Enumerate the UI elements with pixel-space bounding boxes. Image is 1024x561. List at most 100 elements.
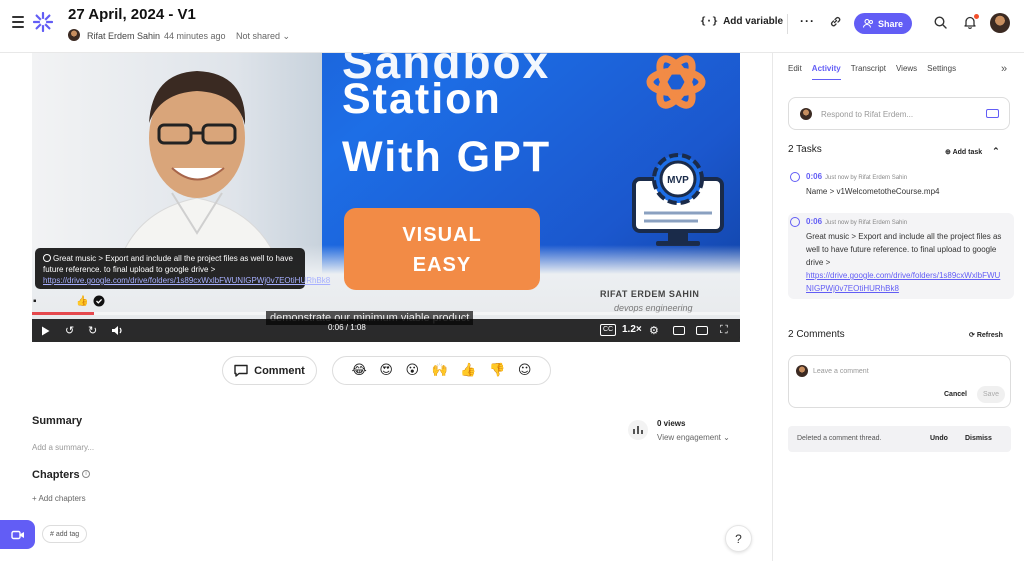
refresh-label: Refresh xyxy=(976,332,1003,339)
task-item[interactable]: 0:06 Just now by Rifat Erdem Sahin Name >… xyxy=(788,170,1014,200)
add-emoji-icon[interactable]: ☺ xyxy=(518,363,532,378)
task-timestamp[interactable]: 0:06 xyxy=(806,217,822,226)
record-button[interactable] xyxy=(0,520,35,549)
record-reply-icon[interactable] xyxy=(986,109,999,118)
reactions-bar: 😂 😍 😮 🙌 👍 👎 ☺ xyxy=(332,356,551,385)
forward-5-icon[interactable]: ↻ xyxy=(88,324,97,337)
user-avatar[interactable] xyxy=(990,13,1010,33)
task-timestamp[interactable]: 0:06 xyxy=(806,172,822,181)
tasks-heading: 2 Tasks xyxy=(788,144,822,155)
mvp-label: MVP xyxy=(667,175,689,186)
task-text: Great music > Export and include all the… xyxy=(806,232,1002,267)
refresh-button[interactable]: ⟳ Refresh xyxy=(969,331,1003,339)
add-chapters-button[interactable]: + Add chapters xyxy=(32,494,86,503)
tab-edit[interactable]: Edit xyxy=(788,64,802,80)
save-button[interactable]: Save xyxy=(977,386,1005,403)
search-icon[interactable] xyxy=(934,16,947,29)
author-avatar xyxy=(796,365,808,377)
task-text: Name > v1WelcometotheCourse.mp4 xyxy=(806,187,940,196)
mvp-monitor-icon: MVP xyxy=(632,153,724,246)
menu-icon[interactable] xyxy=(12,16,24,28)
task-check-icon[interactable] xyxy=(790,172,800,182)
info-icon[interactable]: i xyxy=(82,470,90,478)
author-avatar xyxy=(68,29,80,41)
undo-button[interactable]: Undo xyxy=(930,435,948,442)
fullscreen-icon[interactable]: ⛶ xyxy=(720,324,728,337)
task-link[interactable]: https://drive.google.com/drive/folders/1… xyxy=(806,269,1014,295)
video-title[interactable]: 27 April, 2024 - V1 xyxy=(68,6,196,23)
tab-views[interactable]: Views xyxy=(896,64,917,80)
volume-icon[interactable] xyxy=(111,325,124,336)
progress-fill xyxy=(32,312,95,315)
emoji-surprised-button[interactable]: 😮 xyxy=(405,363,419,378)
share-button[interactable]: Share xyxy=(854,13,912,34)
respond-input[interactable]: Respond to Rifat Erdem... xyxy=(821,110,913,119)
emoji-heart-eyes-button[interactable]: 😍 xyxy=(379,363,393,378)
deleted-text: Deleted a comment thread. xyxy=(797,435,882,442)
add-tag-button[interactable]: # add tag xyxy=(42,525,88,543)
header-divider xyxy=(787,14,788,34)
views-chart-icon xyxy=(628,420,648,440)
task-check-icon[interactable] xyxy=(790,217,800,227)
popup-link[interactable]: https://drive.google.com/drive/folders/1… xyxy=(43,276,330,285)
add-variable-label: Add variable xyxy=(723,16,784,27)
emoji-thumbs-up-button[interactable]: 👍 xyxy=(460,363,476,378)
comments-heading: 2 Comments xyxy=(788,329,845,340)
respond-box[interactable]: Respond to Rifat Erdem... xyxy=(788,97,1010,130)
sharing-status-dropdown[interactable]: Not shared ⌄ xyxy=(236,31,290,42)
task-author: Just now by Rifat Erdem Sahin xyxy=(825,220,908,226)
comment-composer: Leave a comment Cancel Save xyxy=(788,355,1011,408)
visual-easy-badge: VISUAL EASY xyxy=(344,208,540,290)
author-name: Rifat Erdem Sahin xyxy=(87,31,161,41)
sidebar-tabs: Edit Activity Transcript Views Settings xyxy=(788,64,956,80)
add-task-button[interactable]: ⊕ Add task ⌃ xyxy=(945,146,1000,157)
emoji-laugh-button[interactable]: 😂 xyxy=(352,363,367,378)
captions-button[interactable]: CC xyxy=(600,324,617,336)
loom-logo-icon[interactable] xyxy=(33,12,53,32)
chapters-heading: Chapters xyxy=(32,469,80,481)
settings-gear-icon[interactable]: ⚙ xyxy=(649,324,659,337)
timeline-comment-popup[interactable]: Great music > Export and include all the… xyxy=(35,248,330,289)
add-variable-button[interactable]: {·} Add variable xyxy=(700,16,783,27)
sharing-status-label: Not shared xyxy=(236,31,281,41)
rewind-5-icon[interactable]: ↺ xyxy=(65,324,74,337)
video-player[interactable]: Sandbox Station With GPT MVP VISUAL EASY… xyxy=(32,53,740,342)
emoji-thumbs-down-button[interactable]: 👎 xyxy=(489,363,505,378)
badge-line-2: EASY xyxy=(412,254,472,276)
comment-marker-icon[interactable]: ▪ xyxy=(33,296,37,307)
comment-label: Comment xyxy=(254,364,305,377)
tab-transcript[interactable]: Transcript xyxy=(851,64,886,80)
video-text-line-2: Station xyxy=(342,75,502,123)
play-icon[interactable] xyxy=(41,326,50,336)
collapse-sidebar-icon[interactable]: » xyxy=(1001,63,1007,75)
theater-mode-icon[interactable] xyxy=(673,326,685,335)
chevron-down-icon: ⌄ xyxy=(723,433,730,442)
created-time: 44 minutes ago xyxy=(164,31,226,41)
views-count: 0 views xyxy=(657,419,686,428)
comment-input[interactable]: Leave a comment xyxy=(813,368,869,375)
openai-logo-icon xyxy=(646,55,706,109)
playback-speed-button[interactable]: 1.2× xyxy=(622,324,642,335)
summary-input[interactable]: Add a summary... xyxy=(32,443,94,452)
dismiss-button[interactable]: Dismiss xyxy=(965,435,992,442)
help-button[interactable]: ? xyxy=(725,525,752,552)
more-options-icon[interactable]: ··· xyxy=(800,14,815,28)
task-item[interactable]: 0:06 Just now by Rifat Erdem Sahin Great … xyxy=(788,213,1014,299)
top-header: 27 April, 2024 - V1 Rifat Erdem Sahin 44… xyxy=(0,0,1024,53)
comment-button[interactable]: Comment xyxy=(222,356,317,385)
picture-in-picture-icon[interactable] xyxy=(696,326,708,335)
chevron-up-icon[interactable]: ⌃ xyxy=(992,146,1000,156)
check-circle-icon xyxy=(43,254,51,262)
author-avatar xyxy=(800,108,812,120)
view-engagement-dropdown[interactable]: View engagement ⌄ xyxy=(657,433,730,442)
link-icon[interactable] xyxy=(829,15,842,28)
tab-settings[interactable]: Settings xyxy=(927,64,956,80)
video-text-line-3: With GPT xyxy=(342,133,552,181)
cancel-button[interactable]: Cancel xyxy=(944,391,967,398)
thumbs-up-marker-icon[interactable]: 👍 xyxy=(76,296,88,307)
deleted-thread-notice: Deleted a comment thread. Undo Dismiss xyxy=(788,426,1011,452)
emoji-raised-hands-button[interactable]: 🙌 xyxy=(432,363,448,378)
tab-activity[interactable]: Activity xyxy=(811,64,841,80)
video-controls: ↺ ↻ CC 1.2× ⚙ ⛶ xyxy=(32,319,740,342)
task-marker-icon[interactable] xyxy=(93,295,105,310)
